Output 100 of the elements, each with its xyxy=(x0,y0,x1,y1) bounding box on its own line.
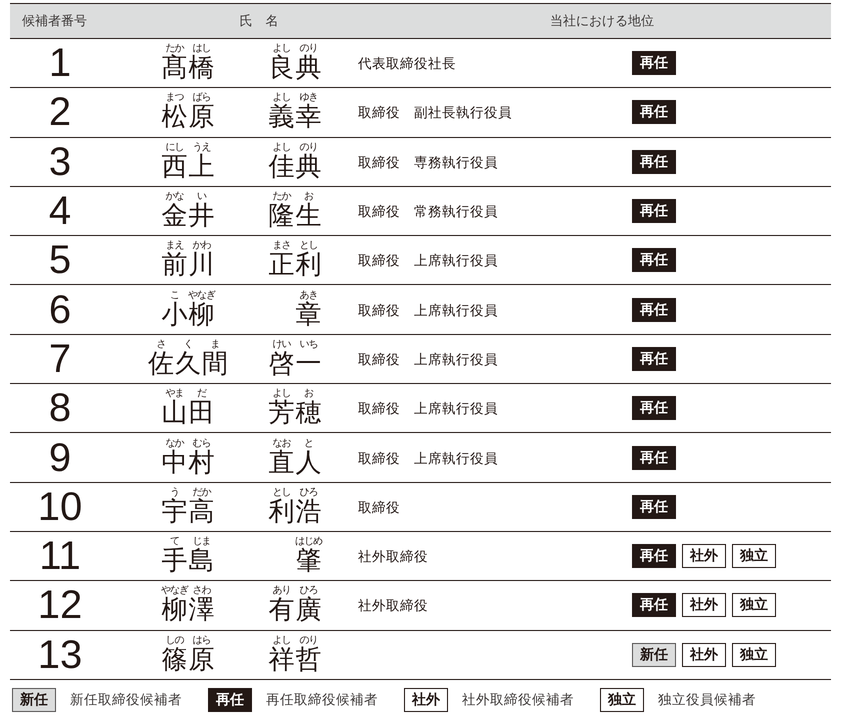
name-character: 章 xyxy=(296,300,322,330)
candidate-number: 10 xyxy=(38,486,82,527)
independent-tag: 独立 xyxy=(732,642,776,667)
reappointed-tag: 再任 xyxy=(632,593,676,618)
name-character: 典 xyxy=(296,54,322,84)
name-character: 高 xyxy=(188,498,214,527)
reappointed-tag: 再任 xyxy=(632,544,676,568)
candidate-number: 2 xyxy=(48,92,72,132)
name-character: 間 xyxy=(202,350,228,379)
position-text: 取締役 上席執行役員 xyxy=(357,302,498,319)
independent-tag: 独立 xyxy=(732,544,776,568)
furigana: はら xyxy=(192,634,210,646)
position-text: 取締役 上席執行役員 xyxy=(357,401,498,418)
position-text: 社外取締役 xyxy=(357,598,428,614)
furigana: と xyxy=(304,438,313,449)
furigana: お xyxy=(304,388,313,400)
furigana: かわ xyxy=(192,240,210,252)
name-character: 有 xyxy=(268,596,294,626)
furigana: にし xyxy=(166,142,184,153)
outside-tag: 社外 xyxy=(682,642,726,667)
furigana: よし xyxy=(272,634,290,646)
name-character: 島 xyxy=(188,547,214,576)
furigana: お xyxy=(304,191,313,202)
furigana: けい xyxy=(272,338,290,350)
candidate-number: 3 xyxy=(48,142,72,182)
name-character: 廣 xyxy=(296,596,322,626)
name-character: 浩 xyxy=(296,498,322,527)
outside-tag: 社外 xyxy=(404,688,448,712)
name-character: 柳 xyxy=(188,300,214,330)
furigana: ひろ xyxy=(300,585,318,596)
reappointed-tag: 再任 xyxy=(632,346,676,371)
furigana: よし xyxy=(272,142,290,153)
furigana: はじめ xyxy=(295,536,322,548)
name-character: 手 xyxy=(162,547,188,576)
furigana: よし xyxy=(272,388,290,400)
furigana: ばら xyxy=(192,92,210,104)
furigana: じま xyxy=(192,536,210,548)
furigana: まさ xyxy=(272,240,290,252)
name-character: 一 xyxy=(296,350,322,379)
furigana: だか xyxy=(192,486,210,498)
furigana: ゆき xyxy=(300,92,318,104)
name-character: 金 xyxy=(162,202,188,232)
independent-tag: 独立 xyxy=(600,688,644,712)
furigana: うえ xyxy=(192,142,210,153)
legend-text: 再任取締役候補者 xyxy=(266,690,378,709)
candidate-number: 6 xyxy=(48,290,72,330)
name-character: 橋 xyxy=(188,54,214,84)
furigana: ま xyxy=(210,338,220,350)
candidate-number: 1 xyxy=(48,43,72,84)
name-character: 啓 xyxy=(268,350,294,379)
name-character: 良 xyxy=(268,54,294,84)
name-character: 義 xyxy=(268,103,294,132)
name-character: 芳 xyxy=(268,399,294,428)
name-character: 典 xyxy=(296,152,322,182)
name-character: 小 xyxy=(162,300,188,330)
name-character: 髙 xyxy=(162,54,188,84)
legend-text: 社外取締役候補者 xyxy=(462,690,574,709)
column-header: 当社における地位 xyxy=(550,13,654,30)
name-character: 生 xyxy=(296,202,322,232)
legend-text: 独立役員候補者 xyxy=(658,690,756,709)
reappointed-tag: 再任 xyxy=(632,150,676,174)
furigana: さわ xyxy=(192,585,210,596)
name-character: 哲 xyxy=(296,646,322,675)
furigana: だ xyxy=(197,388,206,400)
independent-tag: 独立 xyxy=(732,593,776,618)
furigana: よし xyxy=(272,43,290,54)
name-character: 村 xyxy=(188,448,214,478)
name-character: 利 xyxy=(268,498,294,527)
name-character: 肇 xyxy=(296,547,322,576)
name-character: 上 xyxy=(188,152,214,182)
position-text: 取締役 常務執行役員 xyxy=(357,204,498,220)
furigana: あり xyxy=(272,585,290,596)
reappointed-tag: 再任 xyxy=(632,446,676,470)
reappointed-tag: 再任 xyxy=(632,248,676,272)
furigana: とし xyxy=(272,486,290,498)
furigana: やなぎ xyxy=(188,290,215,301)
name-character: 宇 xyxy=(162,498,188,527)
name-character: 中 xyxy=(162,448,188,478)
name-character: 正 xyxy=(268,251,294,280)
name-character: 人 xyxy=(296,448,322,478)
position-text: 取締役 上席執行役員 xyxy=(357,450,498,467)
furigana: う xyxy=(170,486,179,498)
reappointed-tag: 再任 xyxy=(208,688,252,712)
name-character: 原 xyxy=(188,103,214,132)
reappointed-tag: 再任 xyxy=(632,199,676,224)
position-text: 社外取締役 xyxy=(357,549,428,566)
furigana: のり xyxy=(300,43,318,54)
candidate-number: 11 xyxy=(39,536,81,576)
furigana: こ xyxy=(170,290,179,301)
furigana: まつ xyxy=(166,92,184,104)
name-character: 井 xyxy=(188,202,214,232)
furigana: なお xyxy=(272,438,290,449)
reappointed-tag: 再任 xyxy=(632,51,676,76)
name-character: 幸 xyxy=(296,103,322,132)
legend-text: 新任取締役候補者 xyxy=(70,690,182,709)
furigana: のり xyxy=(300,634,318,646)
furigana: やま xyxy=(166,388,184,400)
outside-tag: 社外 xyxy=(682,593,726,618)
reappointed-tag: 再任 xyxy=(632,100,676,124)
furigana: よし xyxy=(272,92,290,104)
